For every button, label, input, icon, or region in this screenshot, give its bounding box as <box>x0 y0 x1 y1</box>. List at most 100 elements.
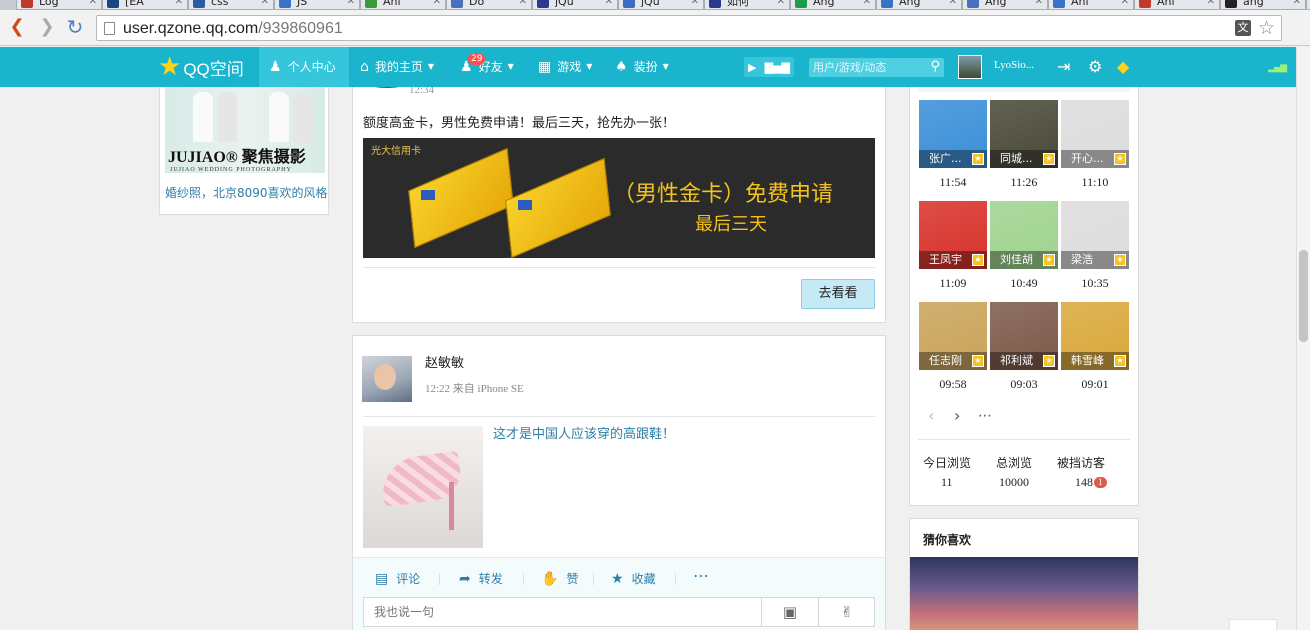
browser-tab[interactable]: JS ✕ <box>274 0 360 10</box>
shoe-photo[interactable] <box>363 426 483 548</box>
chevron-left-icon[interactable]: ‹ <box>928 406 934 425</box>
user-avatar[interactable] <box>958 55 982 79</box>
left-ad-card[interactable]: JUJIAO® 聚焦摄影 JUJIAO WEDDING PHOTOGRAPHY … <box>159 87 329 215</box>
divider <box>363 267 875 268</box>
scrollbar-thumb[interactable] <box>1299 250 1308 342</box>
browser-tab[interactable]: ang ✕ <box>1220 0 1306 10</box>
diamond-icon[interactable]: ◆ <box>1117 57 1129 77</box>
comment-button[interactable]: ▤ 评论 <box>375 570 420 587</box>
visitor-tile[interactable]: 梁浩 ★ <box>1061 201 1129 269</box>
browser-tab[interactable]: Log ✕ <box>16 0 102 10</box>
close-icon[interactable]: ✕ <box>261 0 269 9</box>
visitor-tile[interactable]: 刘佳胡 ★ <box>990 201 1058 269</box>
back-to-top-button[interactable] <box>1229 619 1277 630</box>
close-icon[interactable]: ✕ <box>1035 0 1043 9</box>
gear-icon[interactable]: ⚙ <box>1088 57 1102 77</box>
vip-star-icon: ★ <box>1043 355 1055 367</box>
post-caption[interactable]: 这才是中国人应该穿的高跟鞋！ <box>493 423 675 442</box>
camera-icon[interactable]: ▣ <box>761 598 818 626</box>
user-name[interactable]: LyoSio... <box>994 59 1034 71</box>
search-icon[interactable]: ⚲ <box>930 59 940 74</box>
nav-friends[interactable]: ♟ 好友 ▼ 29 <box>460 47 514 87</box>
close-icon[interactable]: ✕ <box>777 0 785 9</box>
close-icon[interactable]: ✕ <box>1207 0 1215 9</box>
browser-tab[interactable]: jQu ✕ <box>532 0 618 10</box>
ad-caption-link[interactable]: 婚纱照，北京8090喜欢的风格 <box>165 184 328 201</box>
favorite-button[interactable]: ★ 收藏 <box>611 570 656 587</box>
browser-tab[interactable]: 如何 ✕ <box>704 0 790 10</box>
browser-tab[interactable]: Ani ✕ <box>1134 0 1220 10</box>
close-icon[interactable]: ✕ <box>949 0 957 9</box>
banner-bank-name: 光大信用卡 <box>371 146 421 157</box>
search-input[interactable] <box>813 59 923 75</box>
chevron-right-icon[interactable]: › <box>954 406 960 425</box>
nav-decorate[interactable]: ♠ 装扮 ▼ <box>615 47 669 87</box>
banner-subline: 最后三天 <box>695 214 767 235</box>
play-icon[interactable]: ▶ <box>748 61 756 74</box>
divider <box>918 439 1130 440</box>
nav-my-homepage[interactable]: ⌂ 我的主页 ▼ <box>360 47 434 87</box>
browser-tab[interactable]: Do ✕ <box>446 0 532 10</box>
share-button[interactable]: ➦ 转发 <box>459 570 503 587</box>
close-icon[interactable]: ✕ <box>1293 0 1301 9</box>
qzone-logo[interactable]: ★ QQ空间 <box>158 54 244 80</box>
browser-tab[interactable]: [EA ✕ <box>102 0 188 10</box>
visitor-tile[interactable]: 王凤宇 ★ <box>919 201 987 269</box>
browser-tab[interactable]: Ani ✕ <box>1048 0 1134 10</box>
reload-button[interactable]: ↻ <box>64 16 86 38</box>
visitor-tile[interactable]: 任志刚 ★ <box>919 302 987 370</box>
tab-label: Ani <box>383 0 401 8</box>
page-content: JUJIAO® 聚焦摄影 JUJIAO WEDDING PHOTOGRAPHY … <box>0 87 1296 630</box>
more-button[interactable]: ⋯ <box>693 566 709 585</box>
close-icon[interactable]: ✕ <box>89 0 97 9</box>
nav-games[interactable]: ▦ 游戏 ▼ <box>538 47 592 87</box>
forward-button[interactable]: ❯ <box>36 16 58 38</box>
visitor-tile[interactable]: 开心... ★ <box>1061 100 1129 168</box>
vip-star-icon: ★ <box>972 355 984 367</box>
visitor-tile[interactable]: 张广... ★ <box>919 100 987 168</box>
guess-image[interactable] <box>910 557 1138 630</box>
close-icon[interactable]: ✕ <box>691 0 699 9</box>
browser-tab[interactable]: Ang ✕ <box>876 0 962 10</box>
close-icon[interactable]: ✕ <box>863 0 871 9</box>
back-button[interactable]: ❮ <box>6 16 28 38</box>
browser-tab[interactable]: Ani ✕ <box>360 0 446 10</box>
tab-label: Log <box>39 0 59 8</box>
browser-tab[interactable]: Bro✕ <box>1306 0 1310 10</box>
address-bar[interactable]: user.qzone.qq.com/939860961 文 ☆ <box>96 15 1282 41</box>
credit-card-banner[interactable]: 光大信用卡 （男性金卡）免费申请 最后三天 <box>363 138 875 258</box>
music-player[interactable]: ▶ ▇▅▇ <box>744 57 794 77</box>
grid-icon: ▦ <box>538 59 552 75</box>
author-avatar[interactable] <box>362 356 412 402</box>
stat-value-blocked[interactable]: 148 1 <box>1075 475 1107 490</box>
browser-tab[interactable]: jQu ✕ <box>618 0 704 10</box>
browser-tab[interactable]: Ang ✕ <box>962 0 1048 10</box>
page-scrollbar[interactable] <box>1296 47 1310 630</box>
bookmark-star-icon[interactable]: ☆ <box>1258 17 1275 39</box>
close-icon[interactable]: ✕ <box>519 0 527 9</box>
browser-tab[interactable]: css ✕ <box>188 0 274 10</box>
like-button[interactable]: ✋ 赞 <box>541 570 578 587</box>
nav-personal-center[interactable]: ♟ 个人中心 <box>259 47 349 87</box>
view-button[interactable]: 去看看 <box>801 279 875 309</box>
close-icon[interactable]: ✕ <box>1121 0 1129 9</box>
stat-value-total[interactable]: 10000 <box>999 475 1029 490</box>
url-text[interactable]: user.qzone.qq.com/939860961 <box>123 19 343 39</box>
browser-tab[interactable]: Ang ✕ <box>790 0 876 10</box>
tab-favicon-icon <box>21 0 33 8</box>
stat-value-today[interactable]: 11 <box>941 475 953 490</box>
more-icon[interactable]: ⋯ <box>978 408 992 424</box>
wedding-ad-image[interactable]: JUJIAO® 聚焦摄影 JUJIAO WEDDING PHOTOGRAPHY <box>165 87 325 173</box>
close-icon[interactable]: ✕ <box>605 0 613 9</box>
close-icon[interactable]: ✕ <box>175 0 183 9</box>
close-icon[interactable]: ✕ <box>347 0 355 9</box>
translate-icon[interactable]: 文 <box>1235 20 1251 36</box>
logout-icon[interactable]: ⇥ <box>1057 57 1070 77</box>
author-name[interactable]: 赵敏敏 <box>425 352 464 371</box>
visitor-tile[interactable]: 韩雪峰 ★ <box>1061 302 1129 370</box>
visitor-tile[interactable]: 同城... ★ <box>990 100 1058 168</box>
emoji-icon[interactable]: ✌ <box>818 598 875 626</box>
visitor-tile[interactable]: 祁利斌 ★ <box>990 302 1058 370</box>
close-icon[interactable]: ✕ <box>433 0 441 9</box>
comment-input[interactable] <box>374 604 754 620</box>
